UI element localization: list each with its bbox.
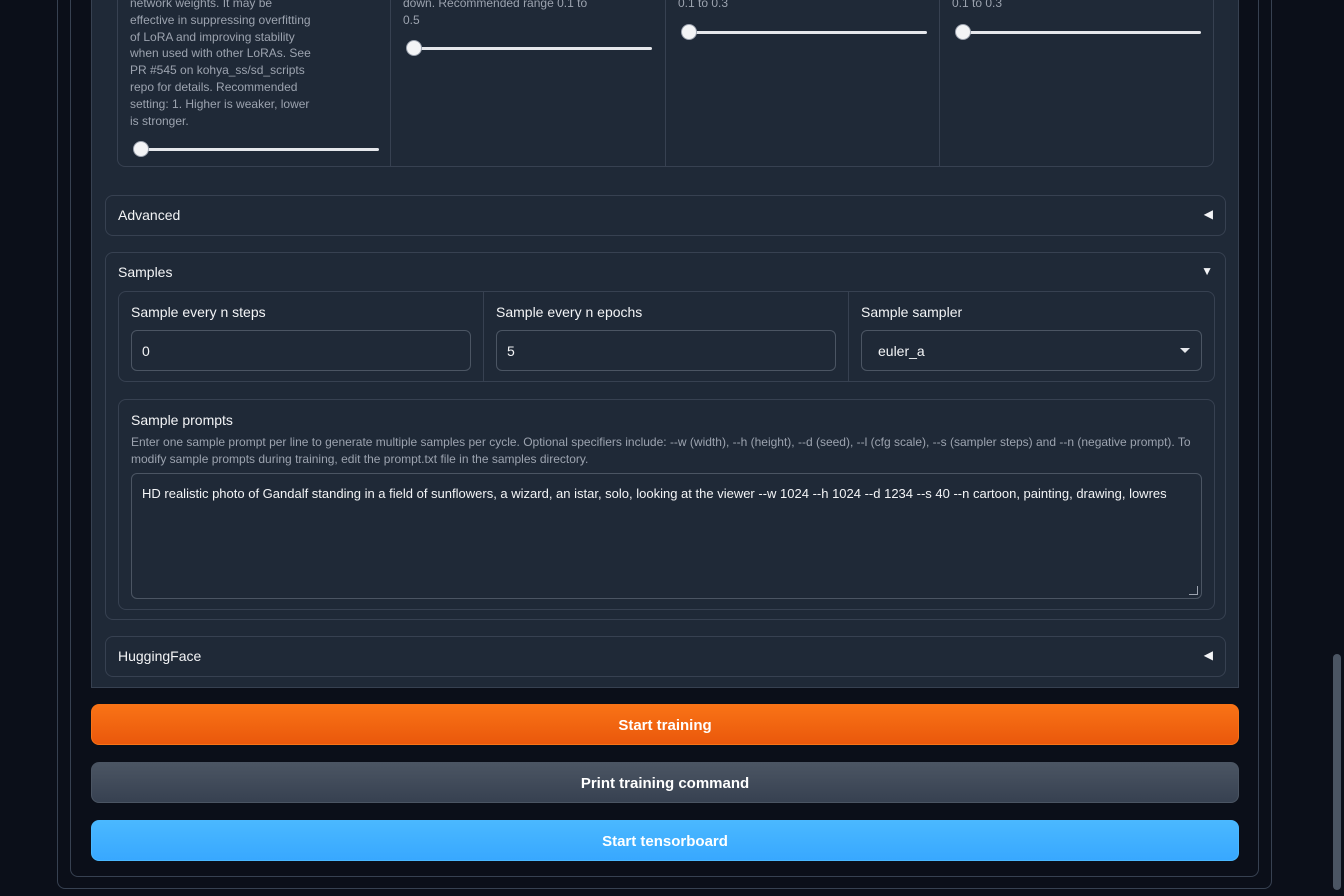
huggingface-title: HuggingFace [118,648,202,664]
samples-accordion: Samples ▼ Sample every n steps 0 Sample … [105,252,1226,620]
weight-slider-4[interactable] [955,24,1201,40]
weight-cell-4: 0.1 to 0.3 [940,0,1215,166]
samples-settings-row: Sample every n steps 0 Sample every n ep… [118,291,1215,382]
start-training-button[interactable]: Start training [91,704,1239,745]
weight-cell-3: 0.1 to 0.3 [666,0,940,166]
advanced-accordion[interactable]: Advanced ◀ [105,195,1226,236]
weight-cell-4-info: 0.1 to 0.3 [952,0,1003,10]
weight-slider-2[interactable] [406,40,652,56]
advanced-title: Advanced [118,207,181,223]
weight-slider-4-thumb[interactable] [955,24,971,40]
weight-slider-3[interactable] [681,24,927,40]
sample-sampler-label: Sample sampler [861,304,963,320]
sample-steps-label: Sample every n steps [131,304,266,320]
scrollbar-thumb[interactable] [1333,654,1341,890]
expand-arrow-icon[interactable]: ▼ [1201,264,1213,278]
collapse-arrow-icon: ◀ [1203,207,1213,221]
print-training-command-button[interactable]: Print training command [91,762,1239,803]
weights-row: network weights. It may be effective in … [117,0,1214,167]
sample-epochs-label: Sample every n epochs [496,304,643,320]
weight-cell-3-info: 0.1 to 0.3 [678,0,729,10]
parameters-panel: network weights. It may be effective in … [91,0,1239,688]
huggingface-accordion[interactable]: HuggingFace ◀ [105,636,1226,677]
weight-slider-1-thumb[interactable] [133,141,149,157]
sample-steps-input[interactable]: 0 [131,330,471,371]
weight-cell-2-info: down. Recommended range 0.1 to 0.5 [403,0,588,27]
sample-sampler-cell: Sample sampler euler_a [849,292,1214,381]
weight-slider-1[interactable] [133,141,379,157]
samples-title[interactable]: Samples [118,264,172,280]
chevron-down-icon[interactable] [1180,348,1190,353]
sample-prompts-textarea[interactable]: HD realistic photo of Gandalf standing i… [131,473,1202,599]
sample-prompts-info: Enter one sample prompt per line to gene… [131,435,1191,466]
sample-prompts-label: Sample prompts [131,412,233,428]
sample-epochs-cell: Sample every n epochs 5 [484,292,849,381]
sample-sampler-select[interactable]: euler_a [861,330,1202,371]
weight-slider-2-thumb[interactable] [406,40,422,56]
resize-handle-icon[interactable] [1189,586,1198,595]
collapse-arrow-icon: ◀ [1203,648,1213,662]
weight-cell-2: down. Recommended range 0.1 to 0.5 [391,0,666,166]
weight-cell-1: network weights. It may be effective in … [118,0,391,166]
sample-steps-cell: Sample every n steps 0 [119,292,484,381]
sample-prompts-block: Sample prompts Enter one sample prompt p… [118,399,1215,610]
sample-prompts-value: HD realistic photo of Gandalf standing i… [142,486,1167,501]
sample-sampler-value: euler_a [878,343,925,359]
weight-slider-3-thumb[interactable] [681,24,697,40]
weight-cell-1-info: network weights. It may be effective in … [130,0,311,128]
scrollbar-track[interactable] [1330,0,1344,896]
sample-epochs-input[interactable]: 5 [496,330,836,371]
start-tensorboard-button[interactable]: Start tensorboard [91,820,1239,861]
